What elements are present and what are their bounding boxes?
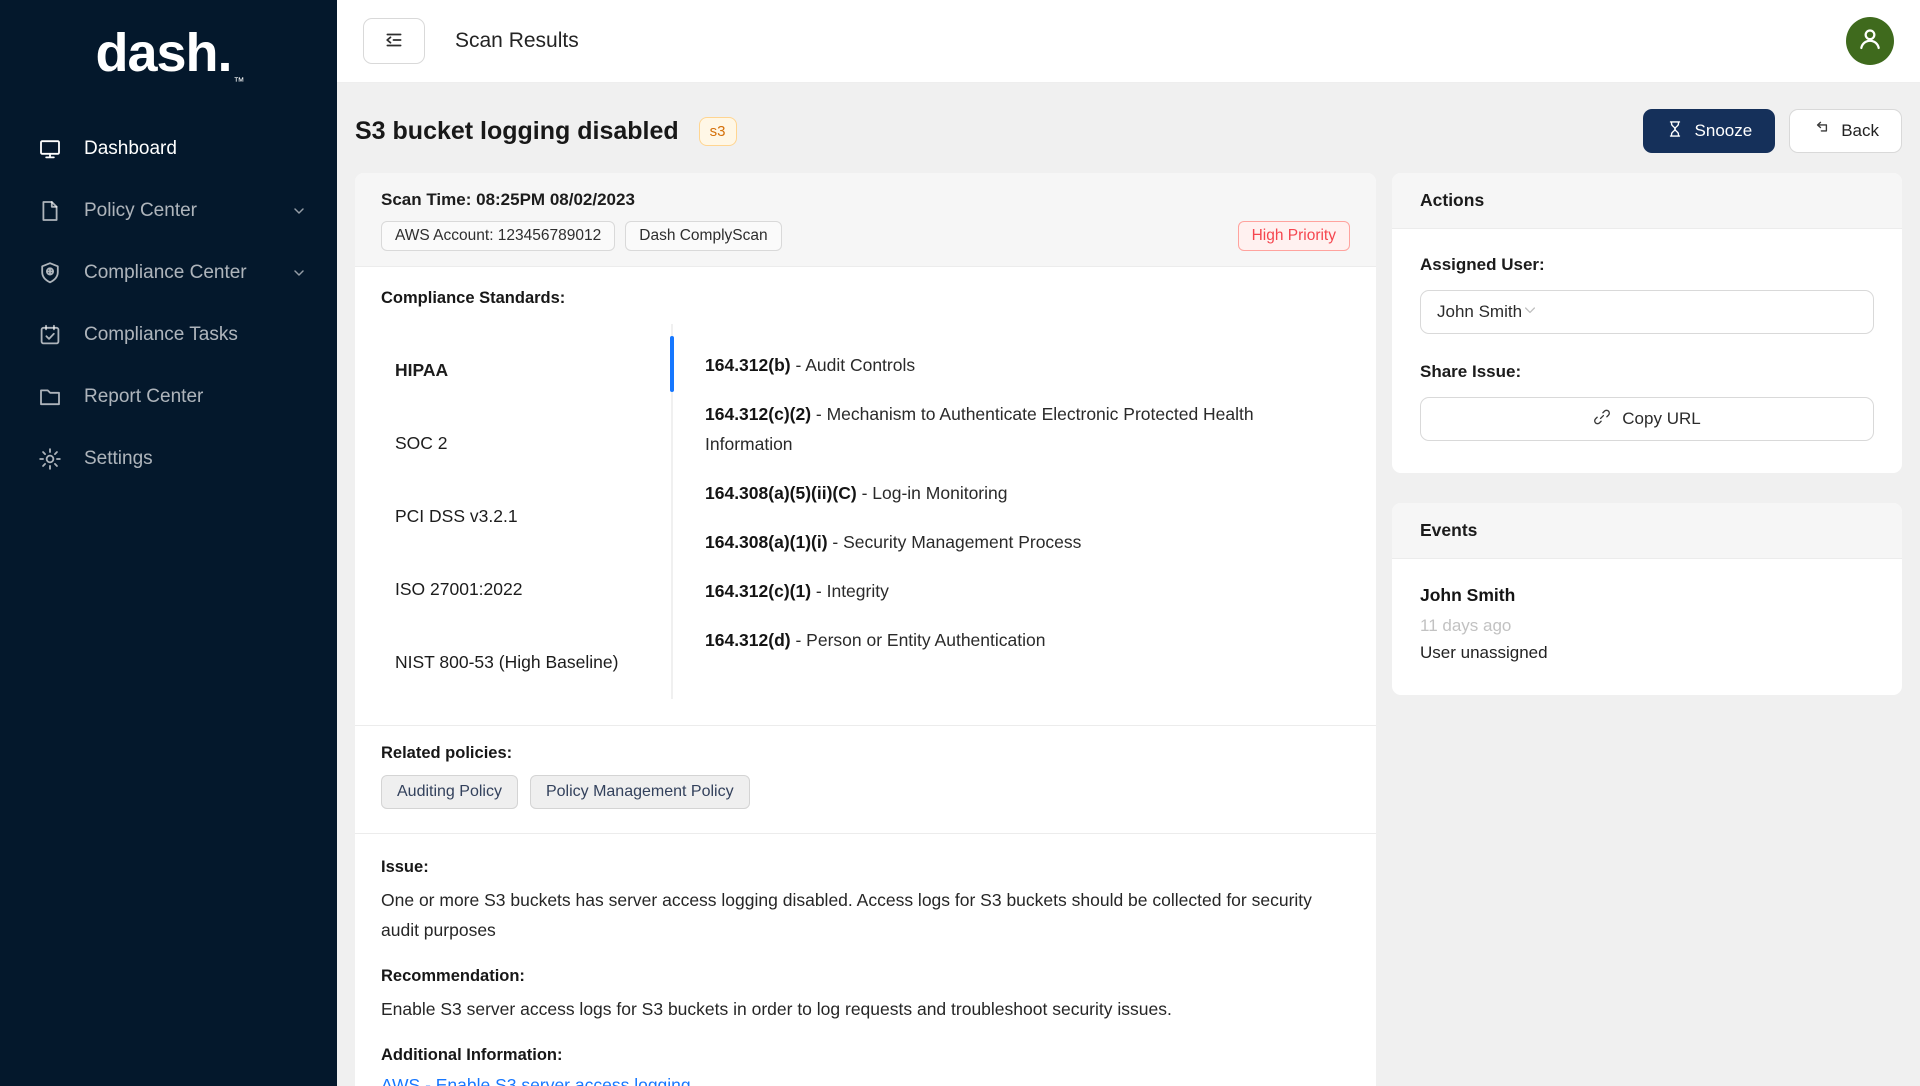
chevron-down-icon bbox=[1522, 302, 1538, 323]
issue-label: Issue: bbox=[381, 858, 1350, 877]
tab-iso-27001[interactable]: ISO 27001:2022 bbox=[381, 553, 671, 626]
monitor-icon bbox=[38, 137, 62, 161]
recommendation-text: Enable S3 server access logs for S3 buck… bbox=[381, 994, 1350, 1024]
copy-url-button[interactable]: Copy URL bbox=[1420, 397, 1874, 441]
sidebar-item-label: Dashboard bbox=[84, 138, 177, 160]
chevron-down-icon bbox=[291, 203, 307, 219]
calendar-check-icon bbox=[38, 323, 62, 347]
compliance-standards-section: Compliance Standards: HIPAA SOC 2 PCI DS… bbox=[355, 267, 1376, 725]
control-item: 164.308(a)(1)(i) - Security Management P… bbox=[705, 527, 1340, 557]
control-item: 164.312(b) - Audit Controls bbox=[705, 350, 1340, 380]
scan-result-card: Scan Time: 08:25PM 08/02/2023 AWS Accoun… bbox=[355, 173, 1376, 1086]
sidebar-item-settings[interactable]: Settings bbox=[0, 428, 337, 490]
sidebar-item-dashboard[interactable]: Dashboard bbox=[0, 118, 337, 180]
user-avatar[interactable] bbox=[1846, 17, 1894, 65]
event-timestamp: 11 days ago bbox=[1420, 616, 1874, 636]
sidebar-item-compliance-center[interactable]: Compliance Center bbox=[0, 242, 337, 304]
page-title: S3 bucket logging disabled bbox=[355, 117, 679, 146]
assigned-user-select[interactable]: John Smith bbox=[1420, 290, 1874, 334]
link-icon bbox=[1593, 408, 1611, 431]
main-row: Scan Time: 08:25PM 08/02/2023 AWS Accoun… bbox=[355, 173, 1902, 1086]
share-issue-label: Share Issue: bbox=[1420, 362, 1874, 382]
assigned-user-value: John Smith bbox=[1437, 302, 1522, 322]
snooze-button[interactable]: Snooze bbox=[1643, 109, 1776, 153]
hourglass-icon bbox=[1666, 120, 1684, 143]
sidebar-item-label: Policy Center bbox=[84, 200, 197, 222]
aws-account-tag: AWS Account: 123456789012 bbox=[381, 221, 615, 251]
event-user: John Smith bbox=[1420, 585, 1874, 606]
copy-url-label: Copy URL bbox=[1622, 409, 1700, 429]
aws-documentation-link[interactable]: AWS - Enable S3 server access logging bbox=[381, 1075, 691, 1086]
scanner-tag: Dash ComplyScan bbox=[625, 221, 781, 251]
events-panel: Events John Smith 11 days ago User unass… bbox=[1392, 503, 1902, 695]
gear-icon bbox=[38, 447, 62, 471]
folder-icon bbox=[38, 385, 62, 409]
priority-badge: High Priority bbox=[1238, 221, 1350, 251]
page-breadcrumb-title: Scan Results bbox=[455, 29, 579, 53]
topbar: Scan Results bbox=[337, 0, 1920, 83]
scan-tags-row: AWS Account: 123456789012 Dash ComplySca… bbox=[381, 221, 1350, 251]
user-icon bbox=[1856, 25, 1884, 58]
additional-information-label: Additional Information: bbox=[381, 1046, 1350, 1065]
standards-label: Compliance Standards: bbox=[381, 289, 1350, 308]
policy-tag-policy-management[interactable]: Policy Management Policy bbox=[530, 775, 750, 809]
trademark-symbol: ™ bbox=[234, 76, 244, 88]
recommendation-label: Recommendation: bbox=[381, 967, 1350, 986]
events-panel-title: Events bbox=[1392, 503, 1902, 559]
sidebar: dash.™ Dashboard Policy Center Complianc… bbox=[0, 0, 337, 1086]
tab-pci-dss[interactable]: PCI DSS v3.2.1 bbox=[381, 480, 671, 553]
tab-hipaa[interactable]: HIPAA bbox=[381, 334, 671, 407]
event-description: User unassigned bbox=[1420, 643, 1874, 663]
content-area: S3 bucket logging disabled s3 Snooze Bac… bbox=[337, 83, 1920, 1086]
standards-tab-list: HIPAA SOC 2 PCI DSS v3.2.1 ISO 27001:202… bbox=[381, 324, 671, 699]
event-entry: John Smith 11 days ago User unassigned bbox=[1420, 585, 1874, 663]
active-tab-indicator bbox=[670, 336, 674, 392]
issue-details-section: Issue: One or more S3 buckets has server… bbox=[355, 833, 1376, 1086]
sidebar-item-label: Compliance Center bbox=[84, 262, 247, 284]
right-column: Actions Assigned User: John Smith Share … bbox=[1392, 173, 1902, 695]
related-policies-tags: Auditing Policy Policy Management Policy bbox=[381, 775, 1350, 809]
shield-icon bbox=[38, 261, 62, 285]
sidebar-collapse-button[interactable] bbox=[363, 18, 425, 64]
sidebar-item-report-center[interactable]: Report Center bbox=[0, 366, 337, 428]
header-actions: Snooze Back bbox=[1643, 109, 1902, 153]
sidebar-item-policy-center[interactable]: Policy Center bbox=[0, 180, 337, 242]
sidebar-item-label: Report Center bbox=[84, 386, 203, 408]
control-item: 164.308(a)(5)(ii)(C) - Log-in Monitoring bbox=[705, 478, 1340, 508]
control-item: 164.312(c)(2) - Mechanism to Authenticat… bbox=[705, 399, 1340, 459]
actions-panel-body: Assigned User: John Smith Share Issue: C… bbox=[1392, 229, 1902, 473]
chevron-down-icon bbox=[291, 265, 307, 281]
sidebar-item-label: Compliance Tasks bbox=[84, 324, 238, 346]
assigned-user-label: Assigned User: bbox=[1420, 255, 1874, 275]
service-tag-s3: s3 bbox=[699, 117, 737, 146]
snooze-button-label: Snooze bbox=[1695, 121, 1753, 141]
brand-logo: dash.™ bbox=[0, 0, 337, 92]
issue-text: One or more S3 buckets has server access… bbox=[381, 885, 1350, 945]
sidebar-item-label: Settings bbox=[84, 448, 153, 470]
control-item: 164.312(c)(1) - Integrity bbox=[705, 576, 1340, 606]
related-policies-label: Related policies: bbox=[381, 744, 1350, 763]
standards-tab-content: 164.312(b) - Audit Controls 164.312(c)(2… bbox=[673, 324, 1350, 699]
rollback-icon bbox=[1812, 120, 1830, 143]
sidebar-nav: Dashboard Policy Center Compliance Cente… bbox=[0, 118, 337, 490]
page-header: S3 bucket logging disabled s3 Snooze Bac… bbox=[355, 109, 1902, 153]
actions-panel: Actions Assigned User: John Smith Share … bbox=[1392, 173, 1902, 473]
back-button-label: Back bbox=[1841, 121, 1879, 141]
file-icon bbox=[38, 199, 62, 223]
scan-card-header: Scan Time: 08:25PM 08/02/2023 AWS Accoun… bbox=[355, 173, 1376, 267]
scan-time: Scan Time: 08:25PM 08/02/2023 bbox=[381, 190, 1350, 210]
control-item: 164.312(d) - Person or Entity Authentica… bbox=[705, 625, 1340, 655]
related-policies-section: Related policies: Auditing Policy Policy… bbox=[355, 725, 1376, 833]
standards-tabs: HIPAA SOC 2 PCI DSS v3.2.1 ISO 27001:202… bbox=[381, 324, 1350, 699]
tab-divider bbox=[671, 324, 673, 699]
actions-panel-title: Actions bbox=[1392, 173, 1902, 229]
tab-soc2[interactable]: SOC 2 bbox=[381, 407, 671, 480]
policy-tag-auditing[interactable]: Auditing Policy bbox=[381, 775, 518, 809]
menu-fold-icon bbox=[383, 29, 405, 54]
sidebar-item-compliance-tasks[interactable]: Compliance Tasks bbox=[0, 304, 337, 366]
back-button[interactable]: Back bbox=[1789, 109, 1902, 153]
tab-nist-800-53[interactable]: NIST 800-53 (High Baseline) bbox=[381, 626, 671, 699]
brand-logo-text: dash.™ bbox=[95, 23, 241, 83]
events-panel-body: John Smith 11 days ago User unassigned bbox=[1392, 559, 1902, 695]
